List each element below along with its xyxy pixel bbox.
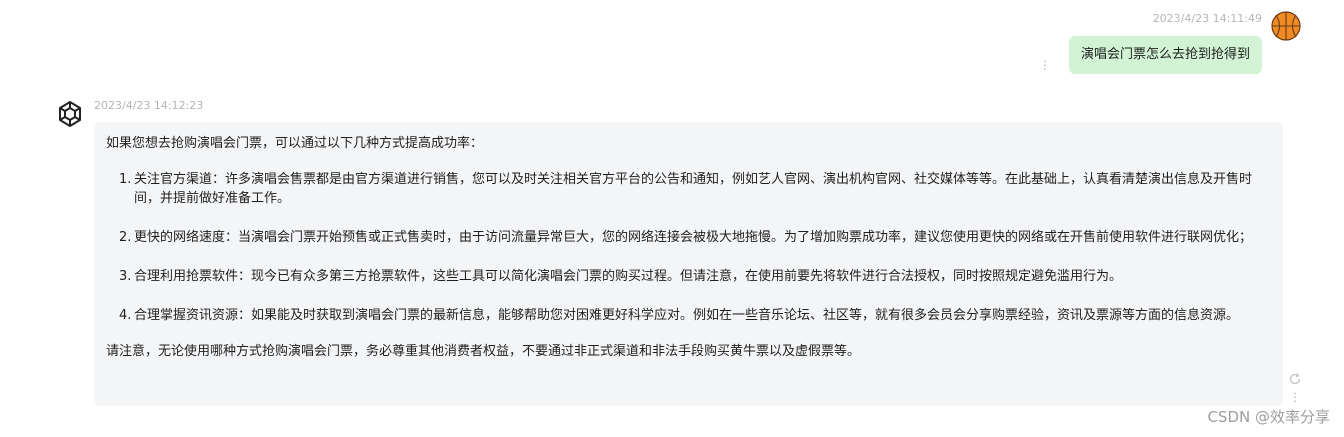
list-item-text: 合理利用抢票软件：现今已有众多第三方抢票软件，这些工具可以简化演唱会门票的购买过… xyxy=(134,269,1123,284)
list-item-text: 关注官方渠道：许多演唱会售票都是由官方渠道进行销售，您可以及时关注相关官方平台的… xyxy=(134,172,1253,206)
bot-message-bubble: 如果您想去抢购演唱会门票，可以通过以下几种方式提高成功率： 1. 关注官方渠道：许… xyxy=(94,122,1283,406)
list-item: 2. 更快的网络速度：当演唱会门票开始预售或正式售卖时，由于访问流量异常巨大，您的… xyxy=(106,228,1271,247)
bot-tips-list: 1. 关注官方渠道：许多演唱会售票都是由官方渠道进行销售，您可以及时关注相关官方平… xyxy=(106,170,1271,325)
basketball-icon xyxy=(1271,11,1301,41)
user-message-timestamp: 2023/4/23 14:11:49 xyxy=(1152,12,1262,25)
user-message-bubble: 演唱会门票怎么去抢到抢得到 xyxy=(1068,36,1262,74)
list-item-text: 合理掌握资讯资源：如果能及时获取到演唱会门票的最新信息，能够帮助您对困难更好科学… xyxy=(134,308,1240,323)
bot-message-timestamp: 2023/4/23 14:12:23 xyxy=(94,99,204,112)
list-item: 1. 关注官方渠道：许多演唱会售票都是由官方渠道进行销售，您可以及时关注相关官方平… xyxy=(106,170,1271,208)
list-item-number: 2. xyxy=(119,230,132,245)
list-item-number: 1. xyxy=(119,172,132,187)
list-item-text: 更快的网络速度：当演唱会门票开始预售或正式售卖时，由于访问流量异常巨大，您的网络… xyxy=(134,230,1253,245)
list-item: 4. 合理掌握资讯资源：如果能及时获取到演唱会门票的最新信息，能够帮助您对困难更好… xyxy=(106,306,1271,325)
more-options-icon[interactable]: · · · xyxy=(1042,56,1048,75)
openai-logo-icon xyxy=(55,99,85,129)
regenerate-icon[interactable] xyxy=(1288,371,1302,385)
more-options-icon[interactable]: · · · xyxy=(1292,388,1298,407)
watermark: CSDN @效率分享 xyxy=(1207,408,1330,426)
list-item-number: 3. xyxy=(119,269,132,284)
bot-intro-text: 如果您想去抢购演唱会门票，可以通过以下几种方式提高成功率： xyxy=(106,136,484,151)
list-item: 3. 合理利用抢票软件：现今已有众多第三方抢票软件，这些工具可以简化演唱会门票的购… xyxy=(106,267,1271,286)
bot-outro-text: 请注意，无论使用哪种方式抢购演唱会门票，务必尊重其他消费者权益，不要通过非正式渠… xyxy=(106,344,861,359)
list-item-number: 4. xyxy=(119,308,132,323)
